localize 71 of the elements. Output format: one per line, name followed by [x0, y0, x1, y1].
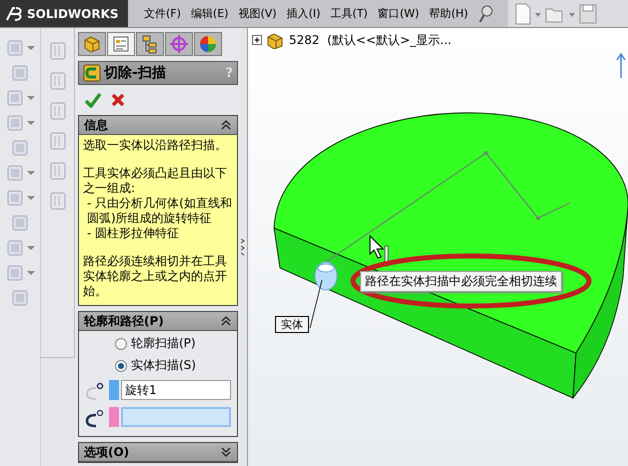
- section-header[interactable]: 轮廓和路径(P): [79, 312, 237, 331]
- menu-item[interactable]: 工具(T): [330, 6, 368, 21]
- panel-tab[interactable]: [194, 32, 222, 56]
- radio-option[interactable]: 实体扫描(S): [83, 357, 231, 374]
- tool-icon[interactable]: [10, 63, 30, 83]
- tool-icon[interactable]: [5, 238, 25, 258]
- menu-item[interactable]: 插入(I): [286, 6, 320, 21]
- caret-icon[interactable]: [27, 119, 35, 127]
- menu-item[interactable]: 窗口(W): [378, 6, 420, 21]
- menu-item[interactable]: 帮助(H): [429, 6, 468, 21]
- expand-icon[interactable]: [252, 34, 263, 46]
- tool-icon[interactable]: [5, 263, 25, 283]
- target-icon: [169, 34, 189, 54]
- feature-title: 切除-扫描: [104, 64, 167, 82]
- cursor-icon: [370, 234, 384, 259]
- caret-icon[interactable]: [27, 194, 35, 202]
- menu-item[interactable]: 编辑(E): [190, 6, 228, 21]
- section-header[interactable]: 选项(O): [79, 443, 237, 462]
- tool-icon[interactable]: [5, 113, 25, 133]
- caret-icon[interactable]: [27, 269, 35, 277]
- save-icon[interactable]: [578, 2, 598, 24]
- expand-icon[interactable]: [220, 446, 232, 458]
- selection-field[interactable]: [121, 407, 231, 427]
- tool-icon[interactable]: [10, 288, 30, 308]
- section-title: 信息: [84, 116, 108, 134]
- logo-text: SOLIDWORKS: [27, 6, 119, 20]
- caret-icon[interactable]: [27, 244, 35, 252]
- caret-icon[interactable]: [27, 169, 35, 177]
- selection-field[interactable]: 旋转1: [121, 380, 231, 400]
- leader-line: [310, 280, 322, 328]
- cancel-x-icon[interactable]: [110, 92, 126, 108]
- tool-icon[interactable]: [5, 188, 25, 208]
- info-text: 路径必须连续相切并在工具实体轮廓之上或之内的点开始。: [83, 254, 228, 299]
- tree-item[interactable]: 5282 (默认<<默认>_显示...: [289, 32, 452, 48]
- tool-icon[interactable]: [5, 163, 25, 183]
- collapse-icon[interactable]: [220, 119, 232, 131]
- collapse-icon[interactable]: [220, 315, 232, 327]
- section-title: 轮廓和路径(P): [84, 312, 164, 330]
- text-cursor-icon: [384, 246, 388, 266]
- info-text: - 只由分析几何体(如直线和圆弧)所组成的旋转特征: [86, 196, 233, 226]
- caret-icon[interactable]: [27, 44, 35, 52]
- panel-tab[interactable]: [136, 32, 164, 56]
- info-text: - 圆柱形拉伸特征: [86, 226, 180, 241]
- tool-icon[interactable]: [5, 38, 25, 58]
- cut-sweep-icon: [83, 64, 101, 82]
- callout-label: 实体: [275, 316, 309, 333]
- part-icon: [82, 34, 102, 54]
- ok-check-icon[interactable]: [84, 92, 102, 108]
- new-document-icon[interactable]: [514, 2, 532, 24]
- tool-icon[interactable]: [5, 88, 25, 108]
- section-header[interactable]: 信息: [79, 116, 237, 135]
- panel-tab[interactable]: [78, 32, 106, 56]
- panel-tab[interactable]: [107, 32, 135, 56]
- cylinder-icon: [314, 262, 338, 290]
- appearance-icon: [198, 34, 218, 54]
- radio-button[interactable]: [115, 338, 127, 350]
- property-icon: [111, 34, 131, 54]
- info-text: 选取一实体以沿路径扫描。: [83, 138, 228, 153]
- tool-icon[interactable]: [10, 213, 30, 233]
- caret-icon[interactable]: [27, 94, 35, 102]
- radio-option[interactable]: 轮廓扫描(P): [83, 335, 231, 352]
- panel-tab[interactable]: [165, 32, 193, 56]
- section-title: 选项(O): [84, 444, 130, 460]
- tooltip: 路径在实体扫描中必须完全相切连续: [360, 271, 562, 292]
- menu-item[interactable]: 视图(V): [238, 6, 277, 21]
- menu-item[interactable]: 文件(F): [144, 6, 181, 21]
- tool-icon[interactable]: [10, 138, 30, 158]
- info-text: 工具实体必须凸起且由以下之一组成:: [83, 166, 228, 196]
- logo-icon: [4, 4, 24, 22]
- radio-button[interactable]: [115, 360, 127, 372]
- arrows-icon[interactable]: [241, 237, 245, 257]
